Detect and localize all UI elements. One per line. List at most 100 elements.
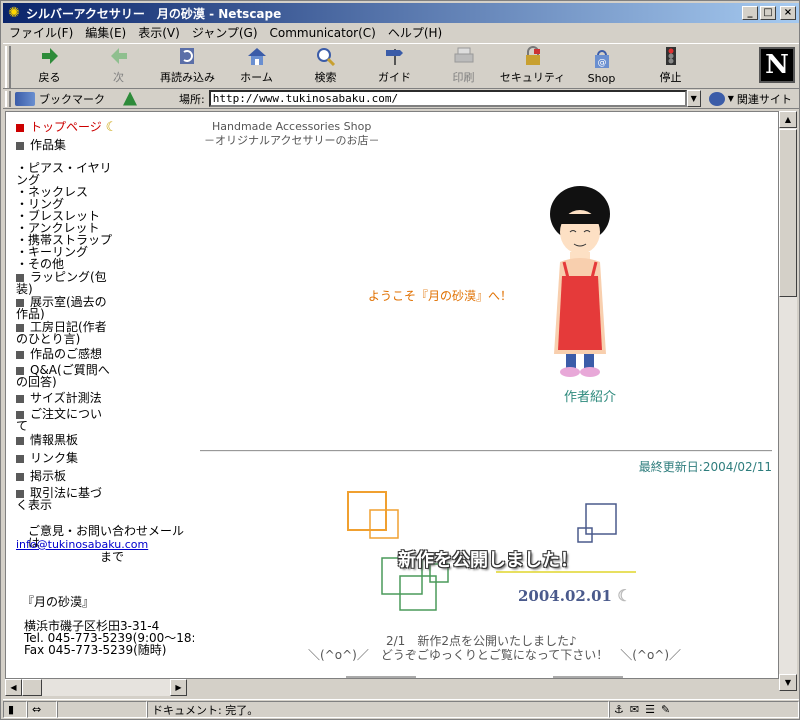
shop-bag-icon: @ xyxy=(590,48,614,70)
news-icon[interactable]: ☰ xyxy=(645,703,655,716)
nav-impressions[interactable]: 作品のご感想 xyxy=(16,348,102,360)
close-button[interactable]: × xyxy=(780,6,796,20)
nav-links[interactable]: リンク集 xyxy=(16,452,78,464)
menu-view[interactable]: 表示(V) xyxy=(132,24,186,41)
guide-button[interactable]: ガイド xyxy=(360,44,429,88)
author-illustration[interactable] xyxy=(536,184,626,384)
connection-status-icon: ⇔ xyxy=(27,701,57,718)
security-status-icon[interactable]: ▮ xyxy=(3,701,27,718)
scroll-h-thumb[interactable] xyxy=(22,679,42,696)
bullet-square-icon xyxy=(16,436,24,445)
nav-sub-pierce[interactable]: ・ピアス・イヤリング xyxy=(16,162,116,186)
page-proxy-icon[interactable] xyxy=(123,91,137,106)
maximize-button[interactable]: □ xyxy=(760,6,776,20)
composer-icon[interactable]: ✎ xyxy=(661,703,670,716)
stop-traffic-light-icon xyxy=(659,45,683,67)
product-thumbnail-right[interactable] xyxy=(553,676,623,678)
bullet-square-icon xyxy=(16,323,24,332)
location-bar: ブックマーク 場所: http://www.tukinosabaku.com/ … xyxy=(3,89,799,109)
menu-edit[interactable]: 編集(E) xyxy=(79,24,132,41)
svg-text:@: @ xyxy=(597,58,606,68)
nav-size[interactable]: サイズ計測法 xyxy=(16,392,102,404)
scroll-up-button[interactable]: ▲ xyxy=(779,111,797,128)
component-bar: ⚓ ✉ ☰ ✎ xyxy=(609,701,799,718)
bullet-square-icon xyxy=(16,454,24,463)
bullet-square-icon xyxy=(16,366,24,375)
netscape-logo[interactable]: N xyxy=(759,47,795,83)
reload-button[interactable]: 再読み込み xyxy=(153,44,222,88)
search-icon xyxy=(314,45,338,67)
banner-date: 2004.02.01 ☾ xyxy=(518,586,632,605)
bullet-square-icon xyxy=(16,141,24,150)
nav-order[interactable]: ご注文について xyxy=(16,408,112,432)
home-icon xyxy=(245,45,269,67)
crescent-moon-icon: ☾ xyxy=(105,120,118,135)
related-sites-button[interactable]: ▼ 関連サイト xyxy=(708,91,792,107)
toolbar-grip[interactable] xyxy=(5,46,11,88)
back-button[interactable]: 戻る xyxy=(15,44,84,88)
window-title: シルバーアクセサリー 月の砂漠 - Netscape xyxy=(26,6,282,21)
bookmark-book-icon xyxy=(15,91,35,106)
nav-bbs[interactable]: 掲示板 xyxy=(16,470,66,482)
shop-button[interactable]: @ Shop xyxy=(567,44,636,88)
url-dropdown-button[interactable]: ▼ xyxy=(686,90,701,107)
scroll-left-button[interactable]: ◀ xyxy=(5,679,22,696)
nav-top-page[interactable]: トップページ ☾ xyxy=(16,121,117,134)
lock-icon xyxy=(521,45,545,67)
scroll-right-button[interactable]: ▶ xyxy=(170,679,187,696)
bullet-square-icon xyxy=(16,489,24,498)
horizontal-divider xyxy=(200,450,772,452)
last-updated: 最終更新日:2004/02/11 xyxy=(638,460,772,474)
security-button[interactable]: セキュリティ xyxy=(498,44,567,88)
nav-gallery[interactable]: 展示室(過去の作品) xyxy=(16,296,112,320)
forward-arrow-icon xyxy=(107,45,131,67)
menu-go[interactable]: ジャンプ(G) xyxy=(186,24,264,41)
bullet-square-icon xyxy=(16,298,24,307)
welcome-text: ようこそ『月の砂漠』へ！ xyxy=(368,289,513,303)
home-button[interactable]: ホーム xyxy=(222,44,291,88)
netscape-app-icon: ✺ xyxy=(8,5,20,21)
menu-file[interactable]: ファイル(F) xyxy=(3,24,79,41)
back-arrow-icon xyxy=(38,45,62,67)
print-button[interactable]: 印刷 xyxy=(429,44,498,88)
product-thumbnail-left[interactable] xyxy=(346,676,416,678)
bookmark-button[interactable]: ブックマーク xyxy=(15,91,145,107)
author-intro-link[interactable]: 作者紹介 xyxy=(564,386,616,405)
mail-icon[interactable]: ✉ xyxy=(630,703,639,716)
url-input[interactable]: http://www.tukinosabaku.com/ xyxy=(208,90,687,107)
nav-wrapping[interactable]: ラッピング(包装) xyxy=(16,271,112,295)
left-navigation-frame: トップページ ☾ 作品集 ・ピアス・イヤリング ・ネックレス ・リング ・ブレス… xyxy=(6,112,194,678)
status-text: ドキュメント: 完了。 xyxy=(147,701,609,718)
contact-email-link[interactable]: info@tukinosabaku.com xyxy=(16,539,148,551)
contact-end: まで xyxy=(100,550,125,564)
menu-communicator[interactable]: Communicator(C) xyxy=(264,26,382,40)
nav-sub-other[interactable]: ・その他 xyxy=(16,258,64,270)
nav-legal[interactable]: 取引法に基づく表示 xyxy=(16,487,112,511)
scroll-down-button[interactable]: ▼ xyxy=(779,674,797,691)
header-japanese: －オリジナルアクセサリーのお店－ xyxy=(204,134,380,147)
minimize-button[interactable]: _ xyxy=(742,6,758,20)
browser-window: ✺ シルバーアクセサリー 月の砂漠 - Netscape _ □ × ファイル(… xyxy=(0,0,800,720)
navigator-icon[interactable]: ⚓ xyxy=(614,703,624,716)
nav-diary[interactable]: 工房日記(作者のひとり言) xyxy=(16,321,112,345)
menu-bar: ファイル(F) 編集(E) 表示(V) ジャンプ(G) Communicator… xyxy=(3,23,799,42)
stop-button[interactable]: 停止 xyxy=(636,44,705,88)
progress-bar xyxy=(57,701,147,718)
menu-help[interactable]: ヘルプ(H) xyxy=(382,24,448,41)
navigation-toolbar: 戻る 次 再読み込み ホーム 検索 ガイド 印刷 セキュリティ @ Shop 停… xyxy=(3,43,799,89)
location-label: 場所: xyxy=(179,92,205,106)
location-bar-grip[interactable] xyxy=(5,90,11,107)
nav-blackboard[interactable]: 情報黒板 xyxy=(16,434,78,446)
guide-signpost-icon xyxy=(383,45,407,67)
nav-qa[interactable]: Q&A(ご質問への回答) xyxy=(16,364,120,388)
forward-button[interactable]: 次 xyxy=(84,44,153,88)
news-line-2: ＼(^o^)／ どうぞごゆっくりとご覧になって下さい！ ＼(^o^)／ xyxy=(308,648,682,662)
shop-fax: Fax 045-773-5239(随時) xyxy=(24,643,167,657)
horizontal-scrollbar[interactable]: ◀ ▶ xyxy=(5,679,187,696)
scroll-thumb[interactable] xyxy=(779,129,797,297)
nav-works[interactable]: 作品集 xyxy=(16,139,66,151)
search-button[interactable]: 検索 xyxy=(291,44,360,88)
vertical-scrollbar[interactable]: ▲ ▼ xyxy=(779,111,797,691)
bullet-square-icon xyxy=(16,410,24,419)
status-bar: ▮ ⇔ ドキュメント: 完了。 ⚓ ✉ ☰ ✎ xyxy=(3,699,799,719)
